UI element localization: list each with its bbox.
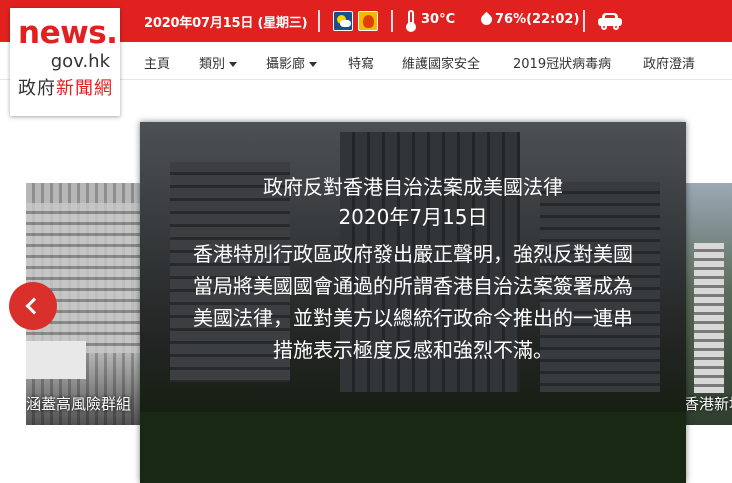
- nav-home[interactable]: 主頁: [144, 53, 170, 72]
- nav-gov-clarifications[interactable]: 政府澄清: [643, 53, 695, 72]
- caret-down-icon: [309, 62, 318, 67]
- carousel-slide-next[interactable]: 香港新地: [684, 183, 732, 425]
- date-text: 2020年07月15日 (星期三): [144, 16, 308, 31]
- slide-caption: 香港新地: [684, 395, 732, 413]
- caret-down-icon: [229, 62, 238, 67]
- slide-text-block: 政府反對香港自治法案成美國法律 2020年7月15日 香港特別行政區政府發出嚴正…: [140, 172, 686, 366]
- logo-text-chinese: 政府新聞網: [18, 78, 113, 99]
- humidity-drop-icon: [478, 11, 495, 28]
- carousel-slide-active[interactable]: 政府反對香港自治法案成美國法律 2020年7月15日 香港特別行政區政府發出嚴正…: [140, 122, 686, 483]
- site-logo[interactable]: news. gov.hk 政府新聞網: [10, 8, 120, 116]
- logo-text-news: news.: [18, 15, 118, 51]
- chevron-left-icon: [25, 297, 43, 315]
- slide-summary: 香港特別行政區政府發出嚴正聲明，強烈反對美國當局將美國國會通過的所謂香港自治法案…: [193, 242, 633, 362]
- logo-text-gov: gov.hk: [50, 51, 110, 72]
- slide-caption: 涵蓋高風險群組: [26, 395, 132, 413]
- temperature-text: 30°C: [421, 12, 456, 27]
- nav-photo-gallery[interactable]: 攝影廊: [266, 53, 318, 72]
- nav-covid19[interactable]: 2019冠狀病毒病: [513, 53, 611, 72]
- carousel-prev-button[interactable]: [9, 282, 57, 330]
- page: 2020年07月15日 (星期三) 30°C 76%(22:02) 主頁 類別 …: [0, 0, 732, 483]
- slide-headline[interactable]: 政府反對香港自治法案成美國法律: [140, 172, 686, 202]
- thermometer-icon: [404, 10, 418, 32]
- nav-features[interactable]: 特寫: [348, 53, 374, 72]
- divider: [583, 10, 585, 32]
- sunny-periods-icon[interactable]: [333, 11, 353, 31]
- divider: [318, 10, 320, 32]
- very-hot-weather-icon[interactable]: [358, 11, 378, 31]
- hospital-sign-image: [26, 341, 86, 379]
- nav-categories[interactable]: 類別: [199, 53, 238, 72]
- humidity-text: 76%(22:02): [495, 12, 580, 27]
- slide-date: 2020年7月15日: [338, 205, 488, 229]
- divider: [391, 10, 393, 32]
- car-icon[interactable]: [598, 12, 624, 30]
- nav-national-security[interactable]: 維護國家安全: [402, 53, 480, 72]
